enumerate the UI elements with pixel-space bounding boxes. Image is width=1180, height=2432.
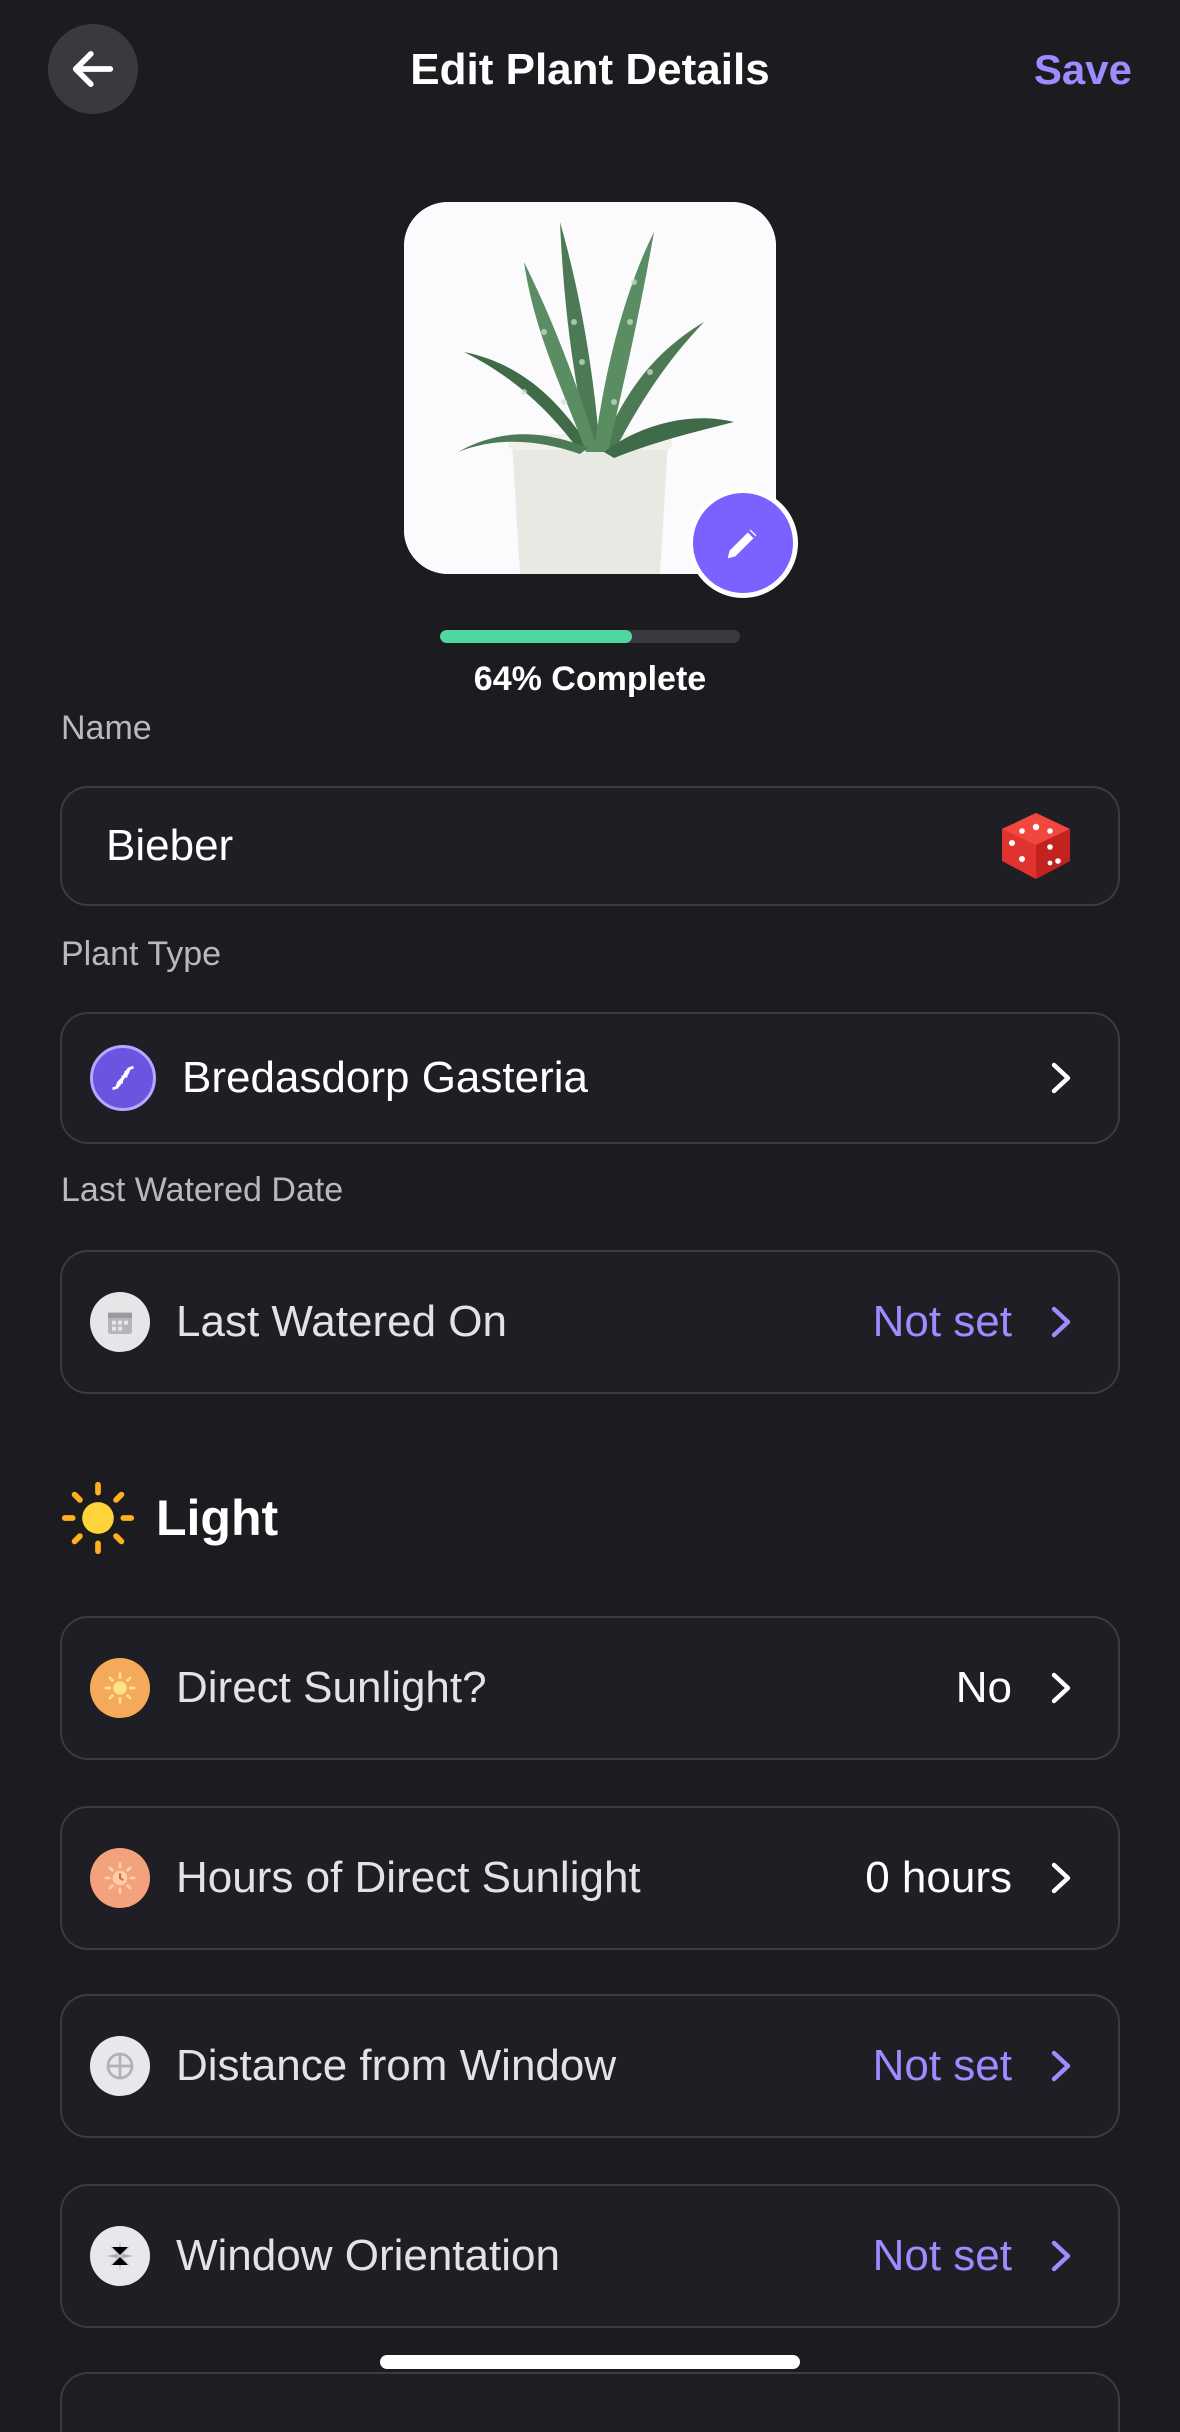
chevron-right-icon (1050, 1861, 1072, 1895)
progress-fill (440, 630, 632, 643)
chevron-right-icon (1050, 1061, 1072, 1095)
plant-type-field[interactable]: Bredasdorp Gasteria (60, 1012, 1120, 1144)
progress-label: 64% Complete (473, 660, 707, 698)
light-section-heading: Light (60, 1480, 278, 1556)
plant-type-value: Bredasdorp Gasteria (182, 1053, 588, 1102)
page-title: Edit Plant Details (410, 45, 770, 94)
hours-direct-sunlight-value: 0 hours (865, 1853, 1012, 1902)
chevron-right-icon (1050, 1671, 1072, 1705)
calendar-icon (90, 1292, 150, 1352)
save-button[interactable]: Save (1034, 40, 1132, 100)
pencil-icon (727, 529, 757, 559)
name-value: Bieber (106, 821, 234, 870)
distance-from-window-row[interactable]: Distance from Window Not set (60, 1994, 1120, 2138)
name-field[interactable]: Bieber (60, 786, 1120, 906)
completion-progress-bar (440, 630, 740, 643)
dice-icon[interactable] (996, 809, 1076, 883)
sun-badge-icon (90, 1658, 150, 1718)
dna-icon (90, 1045, 156, 1111)
last-watered-row[interactable]: Last Watered On Not set (60, 1250, 1120, 1394)
compass-icon (90, 2226, 150, 2286)
plant-type-label: Plant Type (61, 935, 222, 973)
direct-sunlight-value: No (955, 1663, 1012, 1712)
last-watered-row-label: Last Watered On (176, 1297, 507, 1346)
direct-sunlight-label: Direct Sunlight? (176, 1663, 487, 1712)
window-orientation-row[interactable]: Window Orientation Not set (60, 2184, 1120, 2328)
last-watered-value: Not set (872, 1297, 1012, 1346)
light-heading-text: Light (156, 1490, 279, 1546)
hours-direct-sunlight-row[interactable]: Hours of Direct Sunlight 0 hours (60, 1806, 1120, 1950)
name-label: Name (61, 709, 152, 747)
chevron-right-icon (1050, 1305, 1072, 1339)
chevron-right-icon (1050, 2239, 1072, 2273)
distance-from-window-label: Distance from Window (176, 2041, 617, 2090)
chevron-right-icon (1050, 2049, 1072, 2083)
direct-sunlight-row[interactable]: Direct Sunlight? No (60, 1616, 1120, 1760)
distance-from-window-value: Not set (872, 2041, 1012, 2090)
window-icon (90, 2036, 150, 2096)
window-orientation-value: Not set (872, 2231, 1012, 2280)
edit-photo-button[interactable] (688, 488, 798, 598)
sun-clock-icon (90, 1848, 150, 1908)
hours-direct-sunlight-label: Hours of Direct Sunlight (176, 1853, 641, 1902)
sun-icon (61, 1481, 135, 1555)
next-row-partial (60, 2372, 1120, 2432)
last-watered-label: Last Watered Date (61, 1171, 344, 1209)
window-orientation-label: Window Orientation (176, 2231, 560, 2280)
home-indicator (380, 2355, 800, 2369)
